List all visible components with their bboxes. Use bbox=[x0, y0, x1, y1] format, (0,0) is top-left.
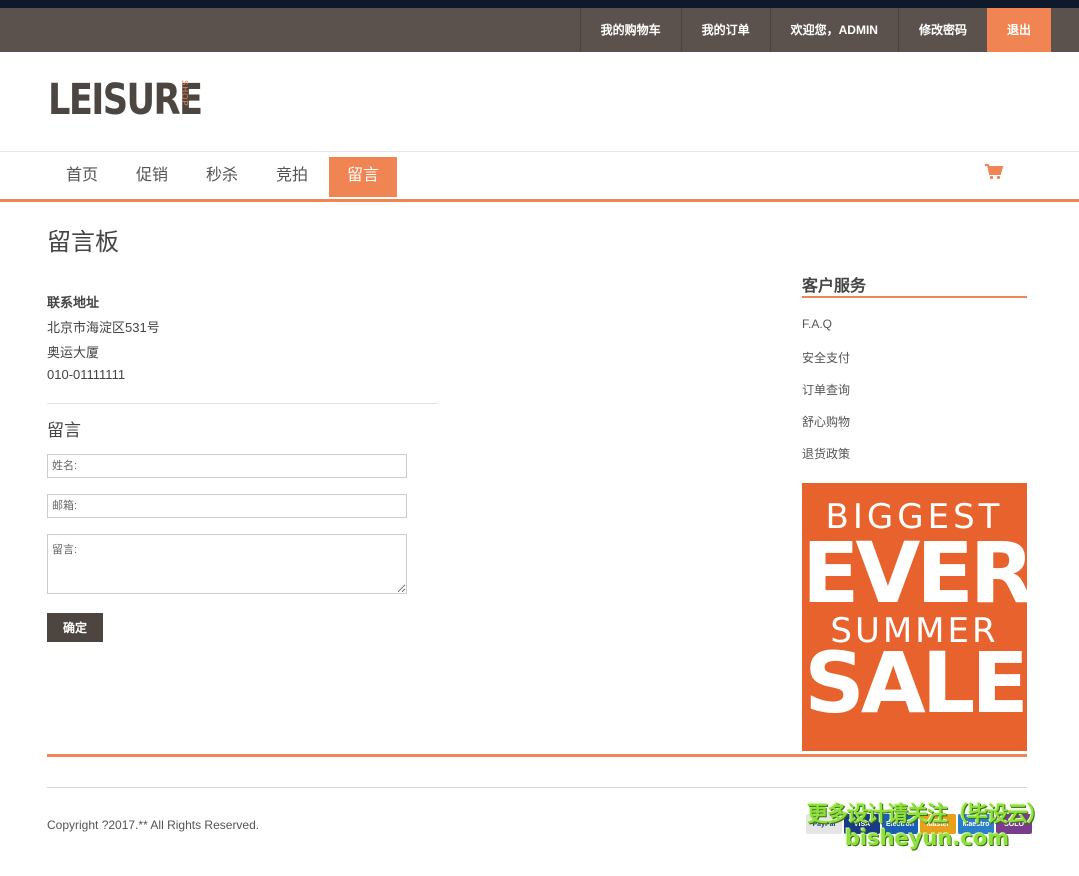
main-navbar: 首页 促销 秒杀 竞拍 留言 bbox=[0, 151, 1079, 202]
top-strip bbox=[0, 0, 1079, 8]
message-section-title: 留言 bbox=[47, 421, 81, 440]
sidebar-link-return-policy[interactable]: 退货政策 bbox=[802, 445, 850, 462]
address-line: 北京市海淀区531号 bbox=[47, 320, 160, 335]
footer-divider bbox=[47, 787, 1027, 788]
banner-line-sale: SALE bbox=[804, 634, 1027, 732]
message-textarea[interactable] bbox=[47, 534, 407, 594]
submit-button[interactable]: 确定 bbox=[47, 613, 103, 642]
sidebar-divider bbox=[802, 296, 1027, 298]
my-cart-link[interactable]: 我的购物车 bbox=[579, 8, 681, 52]
main-nav: 首页 促销 秒杀 竞拍 留言 bbox=[47, 157, 397, 197]
sidebar-link-secure-payment[interactable]: 安全支付 bbox=[802, 349, 850, 366]
nav-auction[interactable]: 竞拍 bbox=[257, 157, 327, 197]
top-bar: 我的购物车 我的订单 欢迎您，ADMIN 修改密码 退出 bbox=[0, 8, 1079, 52]
welcome-user-link[interactable]: 欢迎您，ADMIN bbox=[769, 8, 898, 52]
top-nav: 我的购物车 我的订单 欢迎您，ADMIN 修改密码 退出 bbox=[579, 8, 1051, 52]
copyright-text: Copyright ?2017.** All Rights Reserved. bbox=[47, 818, 260, 832]
address-label: 联系地址 bbox=[47, 295, 100, 310]
footer-accent-line bbox=[47, 754, 1027, 757]
sidebar-title: 客户服务 bbox=[802, 278, 867, 295]
sidebar-link-order-query[interactable]: 订单查询 bbox=[802, 381, 850, 398]
logo-subtext: SHOP bbox=[180, 80, 189, 107]
nav-promotion[interactable]: 促销 bbox=[117, 157, 187, 197]
logout-button[interactable]: 退出 bbox=[987, 8, 1051, 52]
name-input[interactable] bbox=[47, 454, 407, 478]
watermark-url: bisheyun.com bbox=[844, 826, 1010, 850]
sidebar-link-shopping[interactable]: 舒心购物 bbox=[802, 413, 850, 430]
watermark-line: 更多设计请关注（毕设云） bbox=[807, 802, 1048, 826]
cart-icon[interactable] bbox=[984, 162, 1004, 182]
page-title: 留言板 bbox=[47, 229, 119, 256]
divider bbox=[47, 403, 438, 404]
logo-text: LEISURE bbox=[48, 75, 203, 125]
banner-line-ever: EVER bbox=[802, 524, 1027, 622]
address-line: 奥运大厦 bbox=[47, 345, 100, 360]
watermark: 更多设计请关注（毕设云） bisheyun.com bbox=[797, 798, 1057, 850]
nav-message[interactable]: 留言 bbox=[329, 157, 397, 197]
phone-number: 010-01111111 bbox=[47, 367, 126, 382]
email-input[interactable] bbox=[47, 494, 407, 518]
change-password-link[interactable]: 修改密码 bbox=[897, 8, 987, 52]
nav-flash-sale[interactable]: 秒杀 bbox=[187, 157, 257, 197]
site-logo[interactable]: LEISURE SHOP bbox=[48, 75, 203, 125]
my-orders-link[interactable]: 我的订单 bbox=[680, 8, 770, 52]
sidebar-link-faq[interactable]: F.A.Q bbox=[802, 317, 832, 331]
nav-home[interactable]: 首页 bbox=[47, 157, 117, 197]
summer-sale-banner[interactable]: BIGGEST EVER SUMMER SALE bbox=[802, 483, 1027, 751]
